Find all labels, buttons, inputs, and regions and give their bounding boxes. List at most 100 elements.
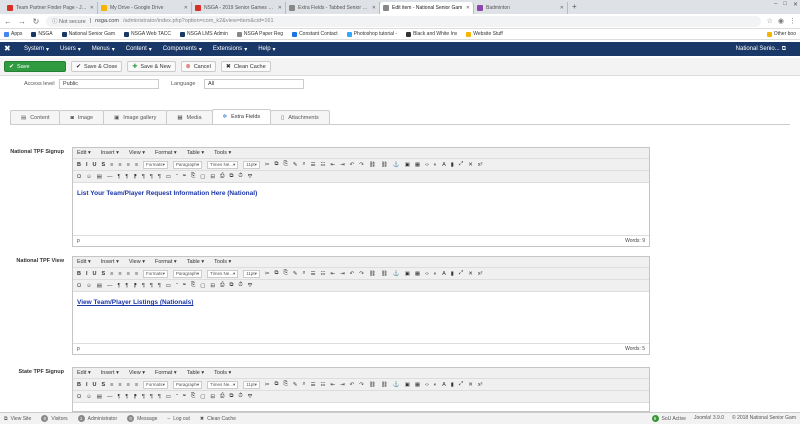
editor-menu-tools[interactable]: Tools ▾ — [214, 259, 231, 265]
admin-menu-content[interactable]: Content ▾ — [126, 46, 152, 53]
editor-tool-icon[interactable]: Ω — [77, 394, 81, 400]
site-name-link[interactable]: National Senio... ⧉ — [736, 46, 786, 53]
editor-tool-icon[interactable]: ✎ — [293, 162, 298, 168]
editor-tool-icon[interactable]: ⧉ — [229, 393, 233, 400]
editor-tool-icon[interactable]: ¶ — [150, 394, 153, 400]
editor-tool-icon[interactable]: ✕ — [468, 162, 473, 168]
editor-tool-icon[interactable]: “ — [176, 283, 178, 289]
editor-tool-icon[interactable]: ↷ — [359, 162, 364, 168]
reload-icon[interactable]: ↻ — [32, 17, 40, 26]
editor-menu-table[interactable]: Table ▾ — [187, 370, 204, 376]
editor-content-area[interactable] — [73, 403, 649, 411]
editor-dropdown[interactable]: 11pt ▾ — [243, 160, 260, 169]
editor-dropdown[interactable]: 11pt ▾ — [243, 380, 260, 389]
tab-close-icon[interactable]: ✕ — [560, 5, 564, 11]
editor-tool-icon[interactable]: ⊟ — [210, 394, 215, 400]
bookmark-item[interactable]: NSGA Web TACC — [124, 31, 171, 37]
editor-menu-table[interactable]: Table ▾ — [187, 259, 204, 265]
tab-close-icon[interactable]: ✕ — [278, 5, 282, 11]
editor-tool-icon[interactable]: ⇤ — [330, 271, 335, 277]
editor-dropdown[interactable]: Times Ne... ▾ — [207, 269, 239, 278]
editor-tool-icon[interactable]: ⎘ — [191, 393, 195, 400]
editor-tool-icon[interactable]: ⧉ — [229, 173, 233, 180]
editor-tool-icon[interactable]: ↶ — [350, 162, 355, 168]
editor-tool-icon[interactable]: Ω — [77, 283, 81, 289]
format-icon[interactable]: ≡ — [110, 382, 113, 388]
editor-tool-icon[interactable]: ‹› — [425, 162, 429, 168]
editor-tool-icon[interactable]: ⇥ — [340, 162, 345, 168]
editor-tool-icon[interactable]: ✎ — [293, 382, 298, 388]
editor-tool-icon[interactable]: ☷ — [321, 271, 326, 277]
editor-dropdown[interactable]: Formats ▾ — [143, 269, 168, 278]
editor-tool-icon[interactable]: x² — [478, 382, 483, 388]
editor-tool-icon[interactable]: “ — [176, 174, 178, 180]
editor-dropdown[interactable]: Paragraph ▾ — [172, 269, 203, 278]
editor-tool-icon[interactable]: ⛓ — [381, 382, 388, 388]
editor-tool-icon[interactable]: ⊟ — [210, 283, 215, 289]
bookmark-item[interactable]: NSGA Paper Reg — [236, 31, 283, 37]
tab-content[interactable]: ▤ Content — [10, 110, 61, 124]
editor-menu-view[interactable]: View ▾ — [129, 150, 145, 156]
editor-tool-icon[interactable]: ☷ — [321, 162, 326, 168]
language-select[interactable]: All — [204, 78, 304, 89]
format-icon[interactable]: B — [77, 382, 81, 388]
editor-tool-icon[interactable]: ⤢ — [459, 161, 463, 168]
editor-tool-icon[interactable]: A — [442, 382, 446, 388]
editor-menu-format[interactable]: Format ▾ — [155, 259, 177, 265]
editor-tool-icon[interactable]: ◐ — [434, 271, 437, 277]
editor-menu-edit[interactable]: Edit ▾ — [77, 259, 91, 265]
editor-menu-view[interactable]: View ▾ — [129, 370, 145, 376]
editor-tool-icon[interactable]: ▮ — [451, 162, 454, 168]
editor-menu-insert[interactable]: Insert ▾ — [101, 259, 119, 265]
bookmark-item[interactable]: Constant Contact — [292, 31, 338, 37]
tab-image-gallery[interactable]: ▣ Image gallery — [103, 110, 168, 124]
editor-tool-icon[interactable]: ☷ — [321, 382, 326, 388]
view-site-link[interactable]: ⧉ View Site — [4, 416, 31, 422]
editor-tool-icon[interactable]: ⛓ — [369, 271, 376, 277]
tab-close-icon[interactable]: ✕ — [184, 5, 188, 11]
editor-tool-icon[interactable]: ⛓ — [369, 382, 376, 388]
bookmark-item[interactable]: Photoshop tutorial - — [346, 31, 397, 37]
editor-tool-icon[interactable]: ⤢ — [459, 270, 463, 277]
format-icon[interactable]: ≡ — [110, 162, 113, 168]
editor-tool-icon[interactable]: ¶ — [125, 283, 128, 289]
star-icon[interactable]: ☆ — [767, 17, 773, 25]
editor-tool-icon[interactable]: ▮ — [451, 382, 454, 388]
editor-tool-icon[interactable]: ▤ — [97, 394, 102, 400]
editor-tool-icon[interactable]: — — [107, 283, 113, 289]
tab-attachments[interactable]: ▯ Attachments — [270, 110, 330, 124]
editor-tool-icon[interactable]: ↶ — [350, 271, 355, 277]
new-tab-icon[interactable]: + — [568, 2, 581, 14]
editor-menu-insert[interactable]: Insert ▾ — [101, 150, 119, 156]
editor-tool-icon[interactable]: ▣ — [405, 271, 410, 277]
editor-tool-icon[interactable]: ⏱ — [238, 282, 242, 289]
admin-menu-components[interactable]: Components ▾ — [163, 46, 202, 53]
cancel-button[interactable]: ⊗ Cancel — [180, 61, 216, 72]
editor-tool-icon[interactable]: ⏱ — [238, 393, 242, 400]
format-icon[interactable]: ≡ — [110, 271, 113, 277]
editor-dropdown[interactable]: 11pt ▾ — [243, 269, 260, 278]
format-icon[interactable]: S — [102, 382, 106, 388]
editor-tool-icon[interactable]: ⏱ — [238, 173, 242, 180]
editor-menu-insert[interactable]: Insert ▾ — [101, 370, 119, 376]
editor-tool-icon[interactable]: ⎙ — [220, 282, 224, 289]
editor-tool-icon[interactable]: ▦ — [415, 271, 420, 277]
format-icon[interactable]: I — [86, 162, 88, 168]
format-icon[interactable]: U — [93, 271, 97, 277]
admin-menu-help[interactable]: Help ▾ — [258, 46, 275, 53]
editor-tool-icon[interactable]: ❝ — [183, 174, 186, 180]
format-icon[interactable]: ≡ — [127, 271, 130, 277]
editor-tool-icon[interactable]: ▤ — [97, 174, 102, 180]
editor-tool-icon[interactable]: ⎘ — [283, 381, 287, 388]
format-icon[interactable]: ≡ — [118, 382, 121, 388]
editor-tool-icon[interactable]: ❝ — [183, 283, 186, 289]
minimize-icon[interactable]: – — [774, 1, 777, 8]
editor-tool-icon[interactable]: ⚓ — [393, 271, 400, 277]
bookmark-item[interactable]: Website Stuff — [466, 31, 503, 37]
admin-menu-system[interactable]: System ▾ — [24, 46, 49, 53]
format-icon[interactable]: ≡ — [127, 382, 130, 388]
editor-tool-icon[interactable]: ⇤ — [330, 382, 335, 388]
bookmark-item[interactable]: NSGA — [31, 31, 53, 37]
logout-link[interactable]: – Log out — [167, 416, 189, 422]
tab-media[interactable]: ▦ Media — [166, 110, 213, 124]
